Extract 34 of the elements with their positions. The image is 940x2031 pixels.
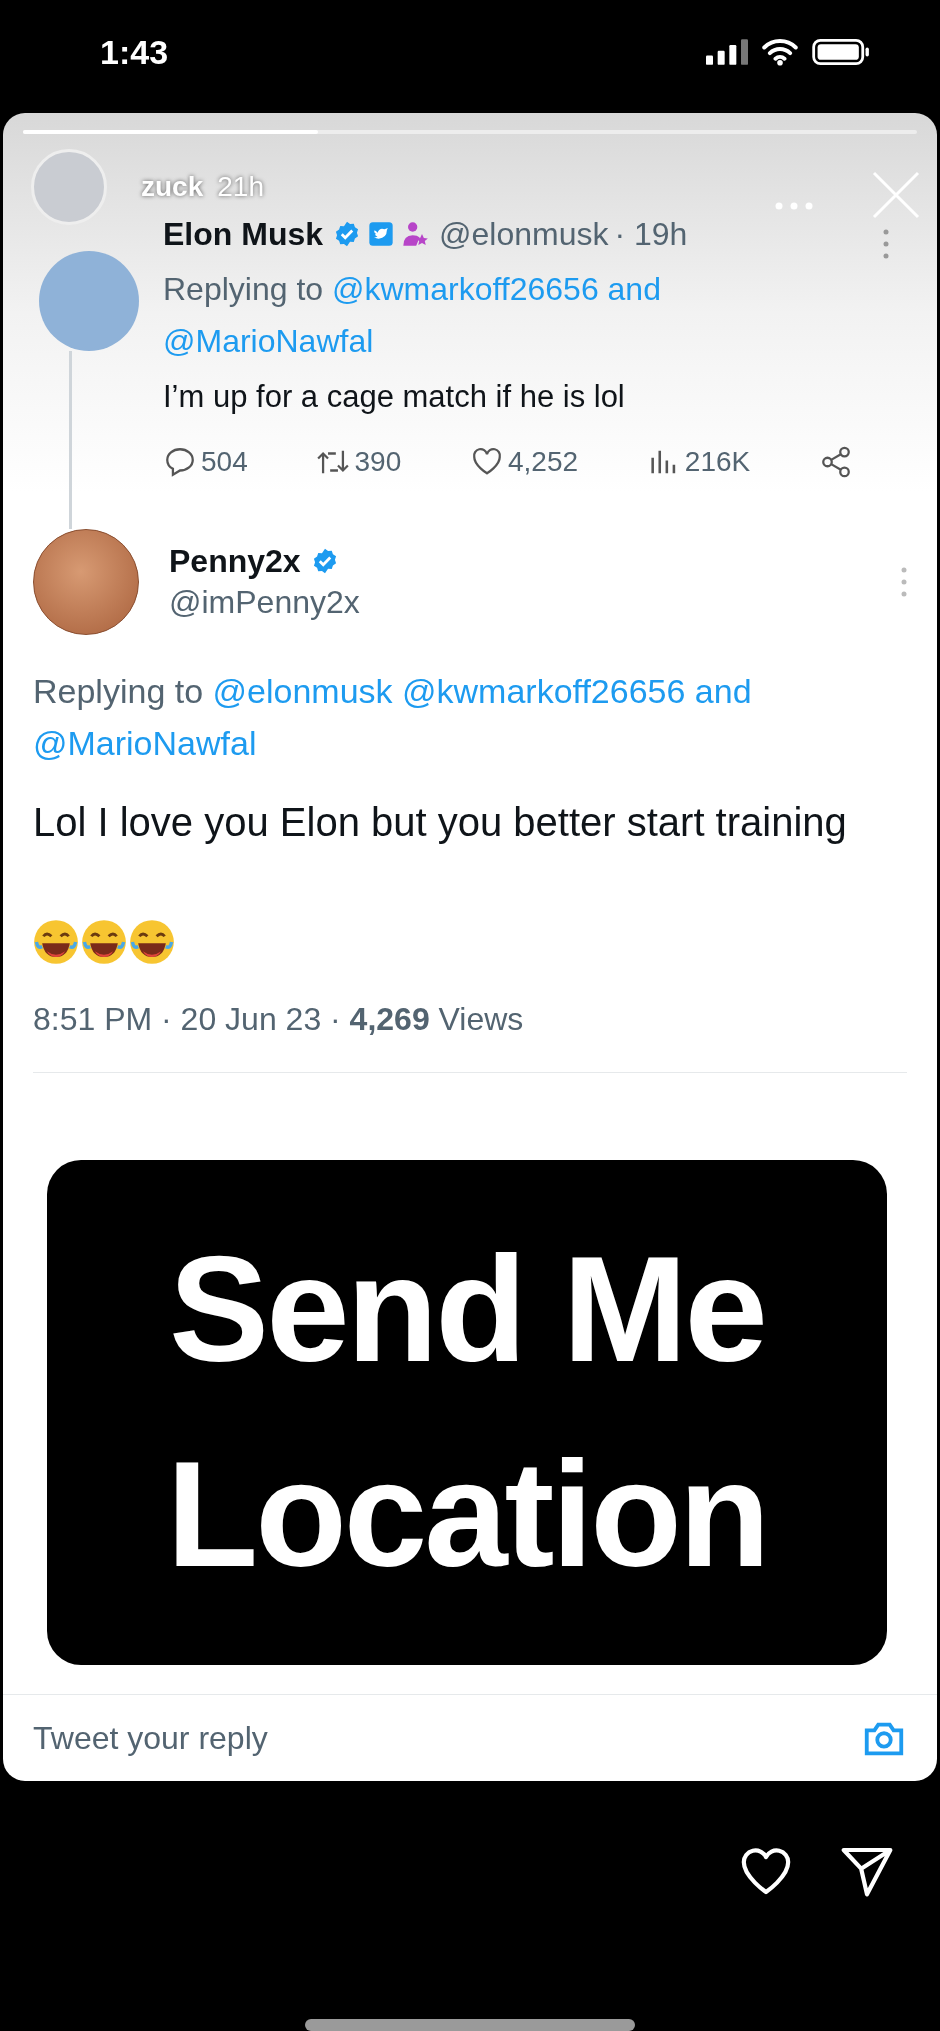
mention-link[interactable]: @MarioNawfal: [163, 322, 374, 359]
like-count: 4,252: [507, 445, 579, 478]
signal-icon: [706, 39, 748, 66]
tweet-text: Lol I love you Elon but you better start training: [33, 798, 848, 846]
author-handle: @elonmusk: [439, 215, 609, 253]
author-name: Penny2x: [169, 542, 301, 580]
author-name: Elon Musk: [163, 215, 323, 253]
retweet-count: 390: [354, 445, 402, 478]
mention-link[interactable]: @elonmusk: [212, 671, 393, 710]
mention-link[interactable]: @kwmarkoff26656: [332, 270, 599, 307]
wifi-icon: [762, 38, 798, 67]
author-handle: @imPenny2x: [169, 583, 361, 621]
square-badge-icon: [367, 220, 395, 249]
replying-to-line: Replying to @kwmarkoff26656 and @MarioNawfal: [163, 269, 662, 361]
mention-link[interactable]: @MarioNawfal: [33, 723, 257, 762]
tweet-time: · 19h: [614, 215, 688, 253]
battery-icon: [812, 38, 870, 67]
more-options-icon[interactable]: [883, 228, 889, 259]
story-time: 21h: [217, 170, 264, 203]
laughing-face-icon: [129, 918, 175, 965]
share-icon[interactable]: [819, 444, 853, 479]
verified-badge-icon: [333, 220, 361, 249]
replying-to-line: Replying to @elonmusk @kwmarkoff26656 and @MarioNawfal: [33, 670, 753, 764]
status-time: 1:43: [100, 32, 169, 72]
person-star-icon: [401, 220, 429, 249]
laughing-face-icon: [81, 918, 127, 965]
laughing-face-icon: [33, 918, 79, 965]
view-count: 216K: [684, 445, 751, 478]
tweet-text: I’m up for a cage match if he is lol: [163, 378, 626, 415]
mention-link[interactable]: @kwmarkoff26656: [402, 671, 686, 710]
reply-input-field[interactable]: Tweet your reply: [33, 1719, 433, 1757]
caption-sticker: Send Me Location: [47, 1159, 887, 1665]
reply-count: 504: [201, 445, 248, 478]
tweet-timestamp: 8:51 PM · 20 Jun 23 · 4,269 Views: [33, 1000, 525, 1038]
